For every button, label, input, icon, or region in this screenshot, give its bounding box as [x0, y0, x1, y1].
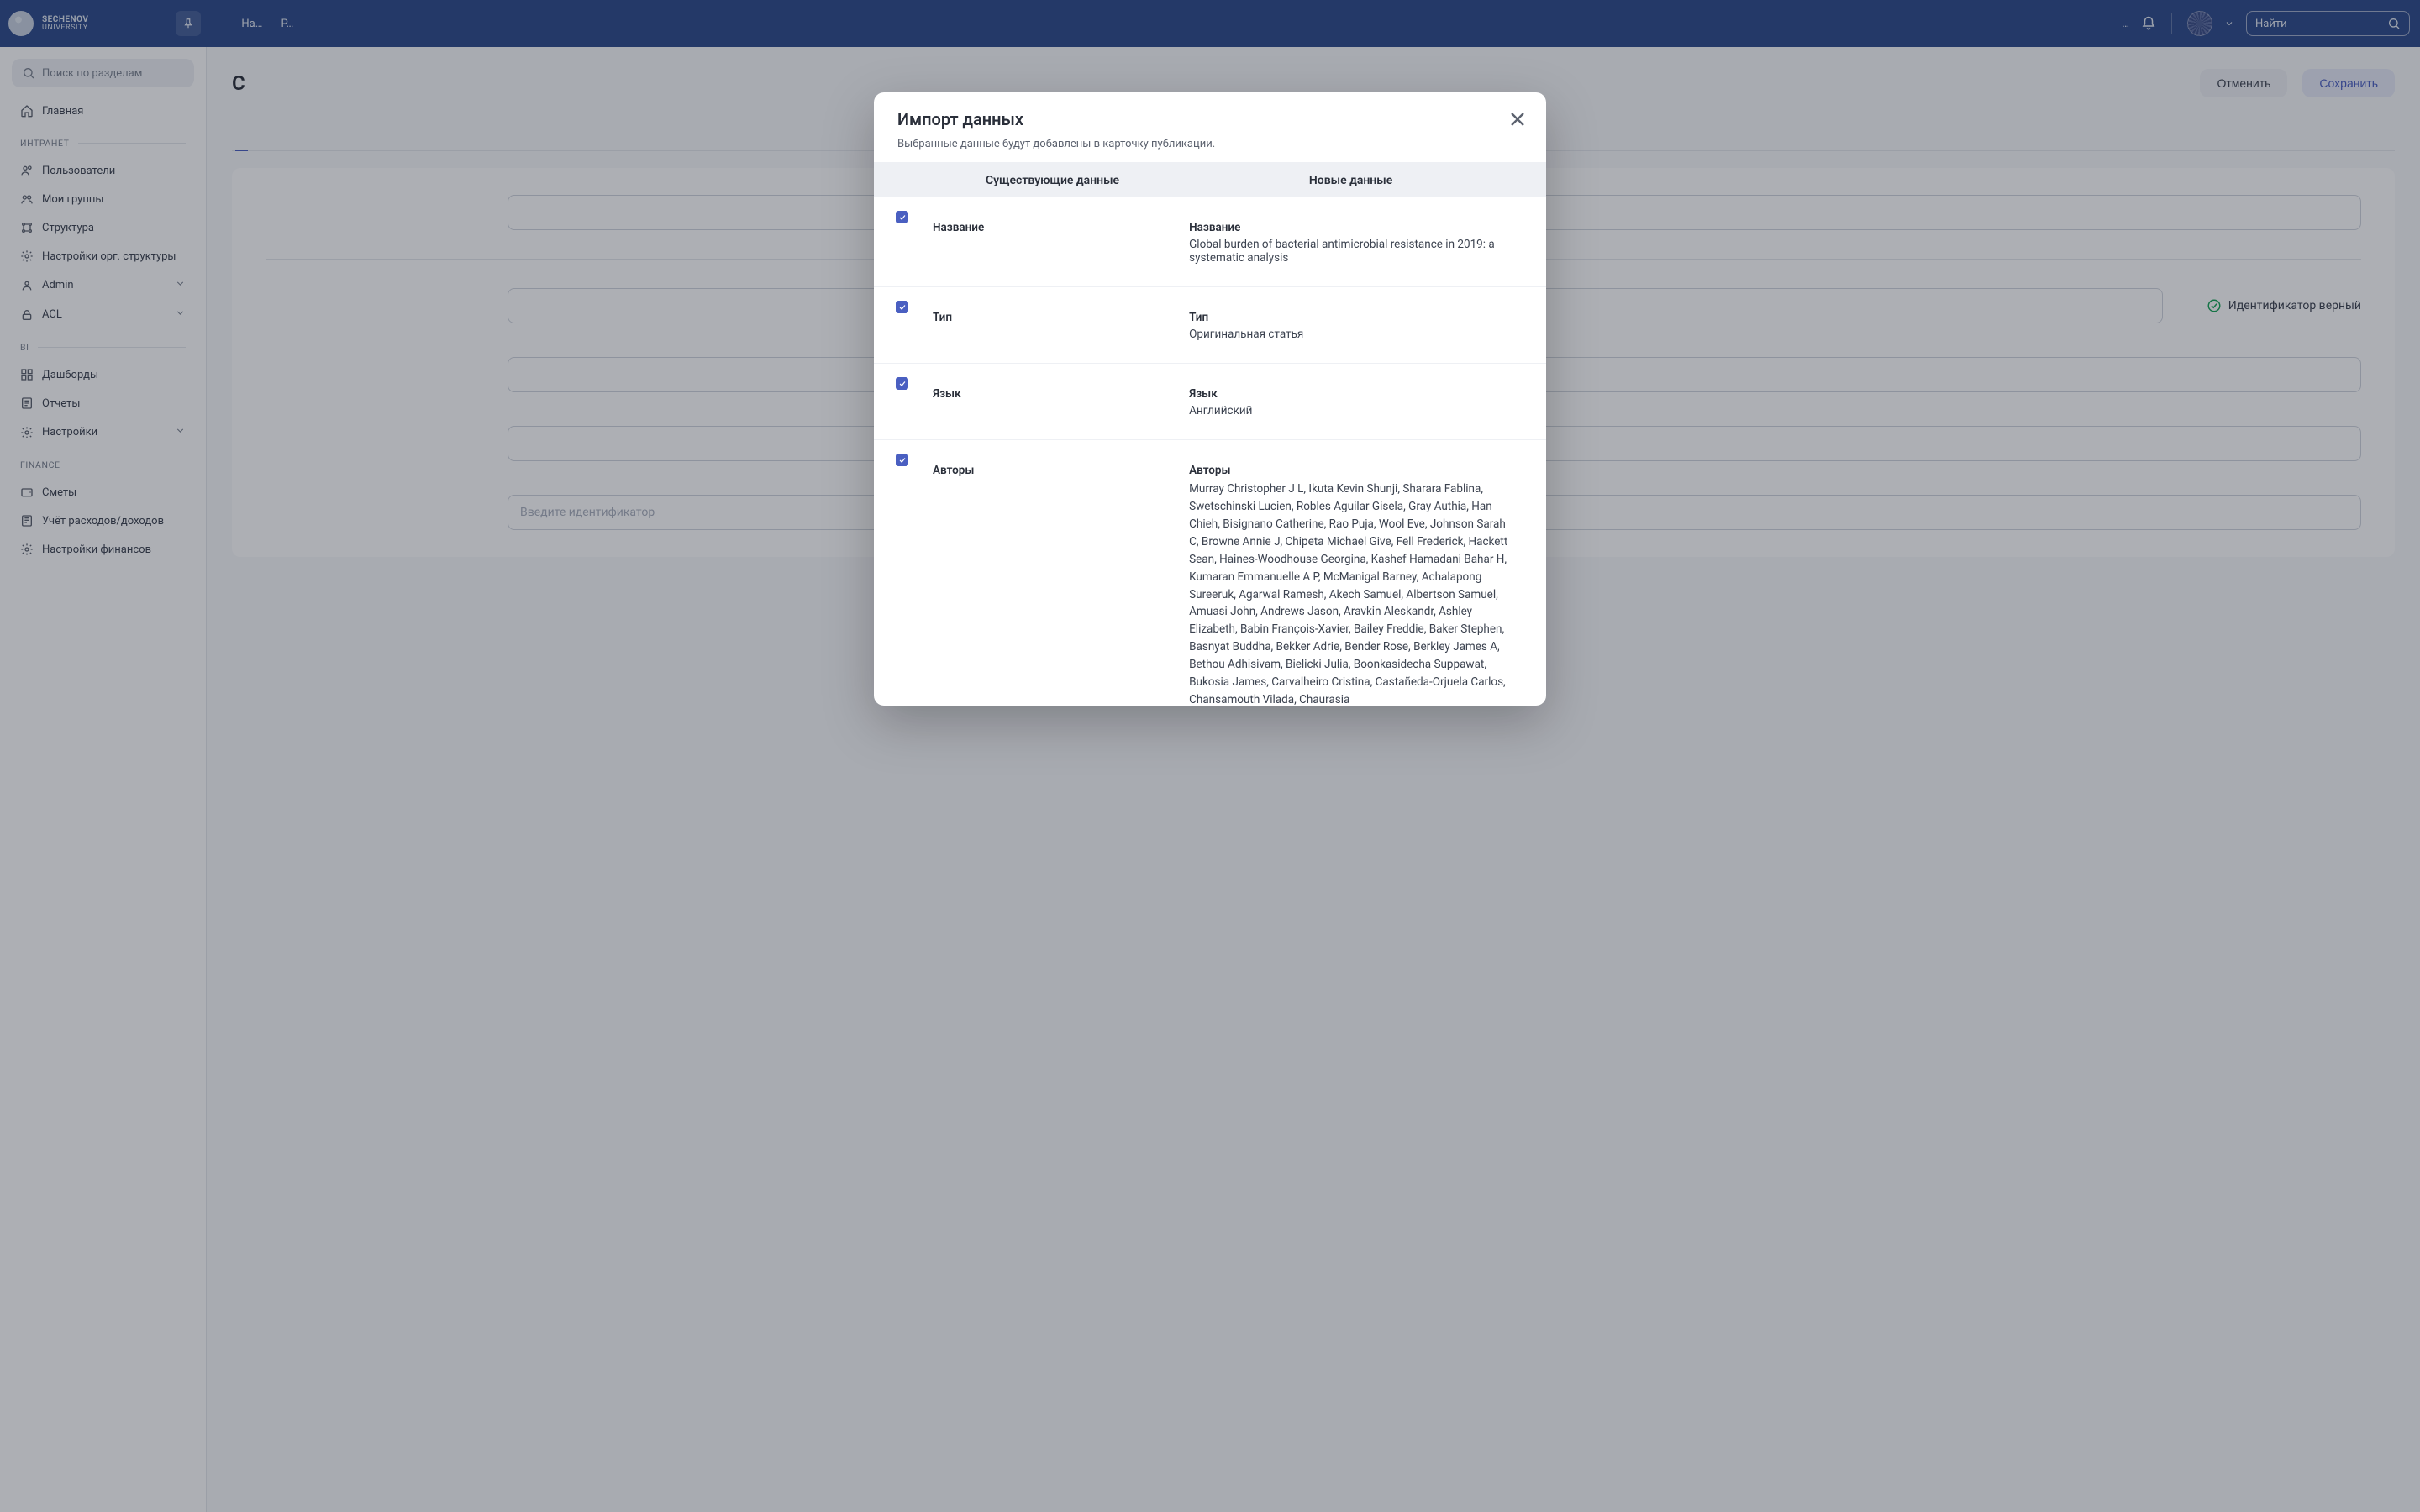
row-checkbox[interactable]	[896, 454, 908, 466]
close-icon	[1506, 108, 1529, 131]
new-value: Оригинальная статья	[1189, 328, 1512, 341]
new-value: Global burden of bacterial antimicrobial…	[1189, 238, 1512, 265]
col-new: Новые данные	[1189, 162, 1546, 197]
row-checkbox[interactable]	[896, 301, 908, 313]
row-checkbox[interactable]	[896, 377, 908, 390]
new-value: Murray Christopher J L, Ikuta Kevin Shun…	[1189, 480, 1512, 706]
new-label: Авторы	[1189, 464, 1512, 477]
import-row: Язык Язык Английский	[874, 364, 1546, 440]
new-label: Язык	[1189, 387, 1512, 401]
modal-title: Импорт данных	[897, 109, 1523, 129]
existing-label: Тип	[933, 311, 952, 324]
new-value: Английский	[1189, 404, 1512, 417]
modal-column-headers: Существующие данные Новые данные	[874, 162, 1546, 197]
modal-overlay: Импорт данных Выбранные данные будут доб…	[0, 0, 2420, 1512]
close-button[interactable]	[1506, 108, 1529, 131]
import-row: Название Название Global burden of bacte…	[874, 197, 1546, 287]
modal-rows: Название Название Global burden of bacte…	[874, 197, 1546, 706]
import-row: Авторы Авторы Murray Christopher J L, Ik…	[874, 440, 1546, 706]
col-existing: Существующие данные	[933, 162, 1189, 197]
row-checkbox[interactable]	[896, 211, 908, 223]
modal-subtitle: Выбранные данные будут добавлены в карто…	[897, 138, 1523, 150]
new-label: Название	[1189, 221, 1512, 234]
import-modal: Импорт данных Выбранные данные будут доб…	[874, 92, 1546, 706]
existing-label: Авторы	[933, 464, 974, 477]
new-label: Тип	[1189, 311, 1512, 324]
import-row: Тип Тип Оригинальная статья	[874, 287, 1546, 364]
existing-label: Язык	[933, 387, 961, 401]
existing-label: Название	[933, 221, 984, 234]
